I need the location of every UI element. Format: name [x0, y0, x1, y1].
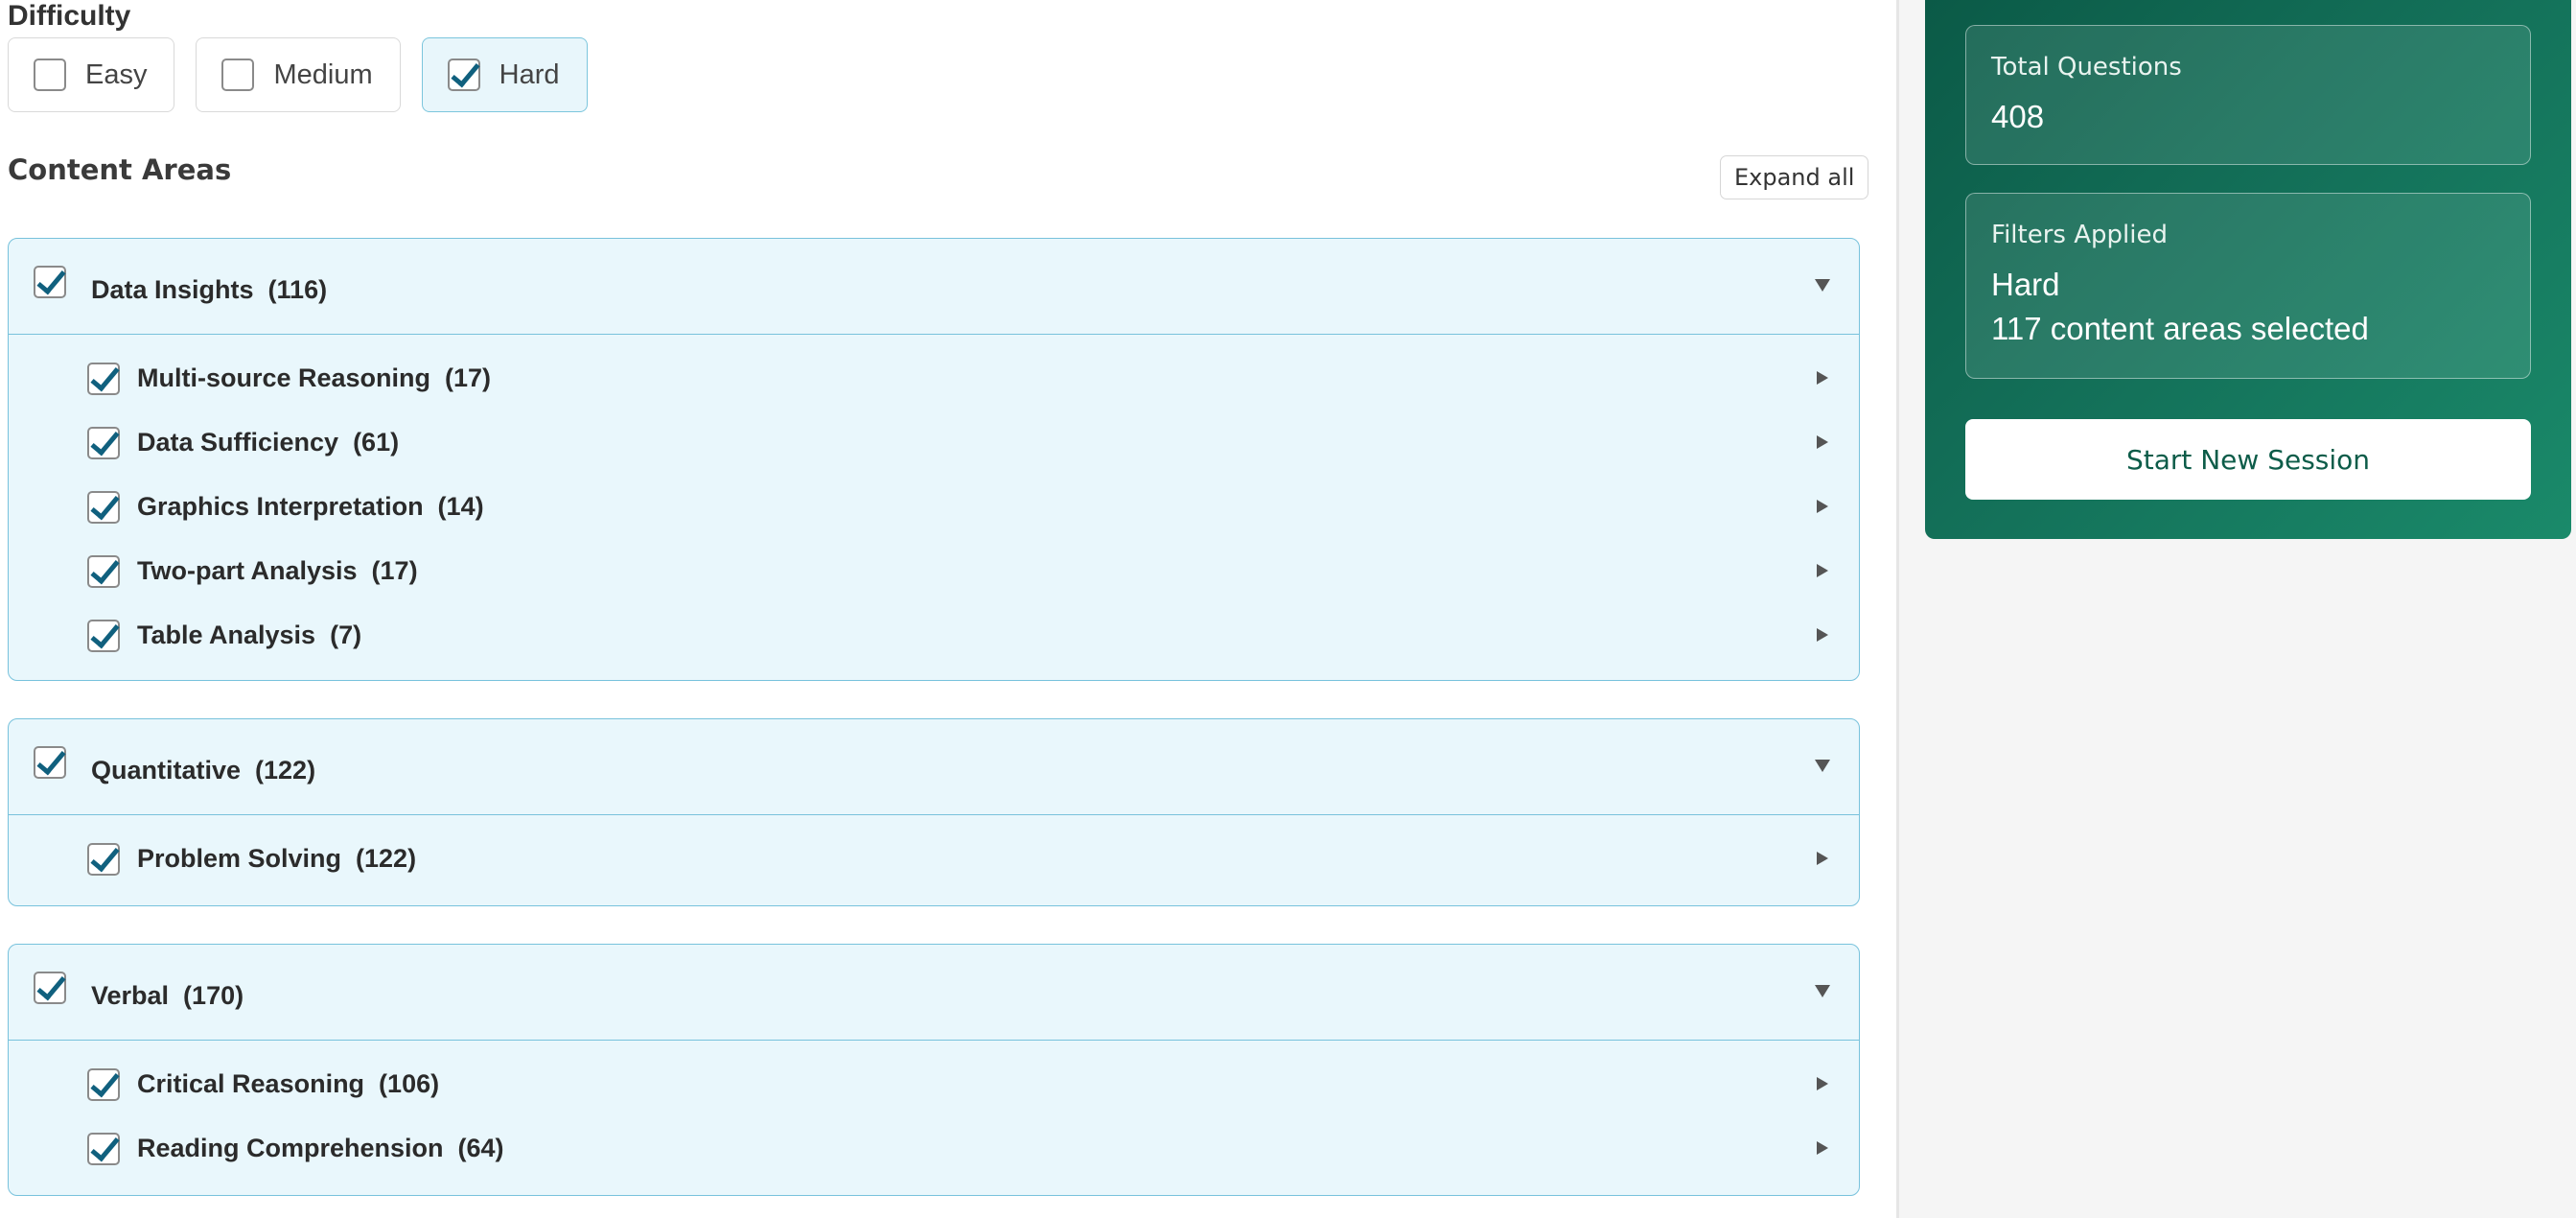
expand-caret-icon[interactable]: [1817, 628, 1828, 642]
item-label: Table Analysis (7): [137, 621, 362, 649]
total-questions-label: Total Questions: [1991, 53, 2182, 82]
difficulty-title: Difficulty: [8, 0, 131, 32]
item-label: Reading Comprehension (64): [137, 1134, 504, 1162]
difficulty-option-hard[interactable]: Hard: [421, 37, 588, 112]
filters-applied-card: Filters Applied Hard 117 content areas s…: [1965, 193, 2531, 379]
item-checkbox[interactable]: [87, 427, 120, 459]
expand-caret-icon[interactable]: [1817, 500, 1828, 513]
expand-caret-icon[interactable]: [1817, 371, 1828, 385]
collapse-caret-icon[interactable]: [1815, 760, 1830, 772]
hard-checkbox[interactable]: [447, 59, 480, 91]
collapse-caret-icon[interactable]: [1815, 985, 1830, 997]
item-label: Graphics Interpretation (14): [137, 492, 484, 521]
medium-checkbox[interactable]: [221, 59, 255, 91]
total-questions-value: 408: [1991, 99, 2045, 134]
group-checkbox[interactable]: [34, 266, 66, 298]
group-label: Verbal (170): [91, 981, 244, 1010]
group-header[interactable]: Verbal (170): [9, 945, 1859, 1041]
item-checkbox[interactable]: [87, 555, 120, 588]
expand-all-button[interactable]: Expand all: [1720, 155, 1869, 199]
item-checkbox[interactable]: [87, 1068, 120, 1101]
expand-caret-icon[interactable]: [1817, 435, 1828, 449]
expand-caret-icon[interactable]: [1817, 852, 1828, 865]
filter-area: Difficulty Easy Medium Hard Content Area…: [0, 0, 1896, 1218]
content-group-quantitative: Quantitative (122) Problem Solving (122): [8, 718, 1860, 906]
list-item[interactable]: Critical Reasoning (106): [9, 1052, 1859, 1116]
easy-checkbox[interactable]: [34, 59, 66, 91]
medium-label: Medium: [273, 59, 373, 90]
hard-label: Hard: [499, 59, 560, 90]
total-questions-card: Total Questions 408: [1965, 25, 2531, 165]
filters-applied-label: Filters Applied: [1991, 221, 2168, 249]
list-item[interactable]: Problem Solving (122): [9, 827, 1859, 891]
session-summary-panel: Total Questions 408 Filters Applied Hard…: [1925, 0, 2571, 539]
easy-label: Easy: [85, 59, 148, 90]
start-new-session-button[interactable]: Start New Session: [1965, 419, 2531, 500]
difficulty-options: Easy Medium Hard: [8, 37, 588, 112]
group-label: Quantitative (122): [91, 756, 316, 785]
filters-difficulty-value: Hard: [1991, 267, 2060, 302]
group-header[interactable]: Quantitative (122): [9, 719, 1859, 815]
item-label: Data Sufficiency (61): [137, 428, 400, 457]
expand-caret-icon[interactable]: [1817, 1141, 1828, 1155]
list-item[interactable]: Two-part Analysis (17): [9, 539, 1859, 603]
list-item[interactable]: Table Analysis (7): [9, 603, 1859, 668]
difficulty-option-medium[interactable]: Medium: [196, 37, 401, 112]
expand-caret-icon[interactable]: [1817, 564, 1828, 577]
item-checkbox[interactable]: [87, 843, 120, 876]
item-label: Two-part Analysis (17): [137, 556, 418, 585]
content-group-data-insights: Data Insights (116) Multi-source Reasoni…: [8, 238, 1860, 681]
item-checkbox[interactable]: [87, 363, 120, 395]
list-item[interactable]: Reading Comprehension (64): [9, 1116, 1859, 1181]
group-header[interactable]: Data Insights (116): [9, 239, 1859, 335]
content-areas-title: Content Areas: [8, 153, 232, 186]
item-checkbox[interactable]: [87, 620, 120, 652]
list-item[interactable]: Multi-source Reasoning (17): [9, 346, 1859, 410]
filters-areas-value: 117 content areas selected: [1991, 311, 2369, 346]
group-checkbox[interactable]: [34, 746, 66, 779]
collapse-caret-icon[interactable]: [1815, 279, 1830, 292]
list-item[interactable]: Data Sufficiency (61): [9, 410, 1859, 475]
list-item[interactable]: Graphics Interpretation (14): [9, 475, 1859, 539]
item-label: Critical Reasoning (106): [137, 1069, 440, 1098]
expand-caret-icon[interactable]: [1817, 1077, 1828, 1090]
item-label: Problem Solving (122): [137, 844, 417, 873]
content-group-verbal: Verbal (170) Critical Reasoning (106) Re…: [8, 944, 1860, 1196]
item-checkbox[interactable]: [87, 491, 120, 524]
group-checkbox[interactable]: [34, 972, 66, 1004]
item-label: Multi-source Reasoning (17): [137, 363, 492, 392]
item-checkbox[interactable]: [87, 1133, 120, 1165]
group-label: Data Insights (116): [91, 275, 328, 304]
difficulty-option-easy[interactable]: Easy: [8, 37, 175, 112]
